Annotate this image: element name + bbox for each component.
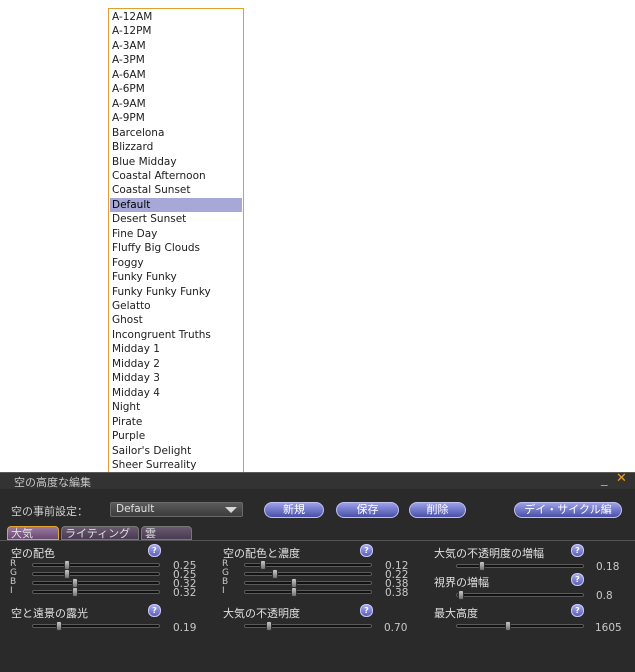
max-altitude-help-icon[interactable]: ? [571, 604, 584, 617]
sky-preset-dropdown-list[interactable]: A-12AM A-12PM A-3AM A-3PM A-6AM A-6PM A-9AM A-9… [108, 8, 244, 499]
density-multiplier-slider-thumb[interactable] [458, 590, 464, 600]
haze-horizon-title: 大気の不透明度の増幅 [434, 547, 544, 560]
preset-list-item[interactable]: Blue Midday [110, 155, 242, 169]
preset-list-item[interactable]: A-9AM [110, 97, 242, 111]
max-altitude-slider-thumb[interactable] [505, 621, 511, 631]
haze-color-channel-slider[interactable] [244, 569, 372, 579]
preset-list-item[interactable]: Night [110, 400, 242, 414]
sky-color-channel-label: I [10, 586, 13, 596]
minimize-icon[interactable]: _ [601, 472, 608, 487]
haze-horizon-slider-thumb[interactable] [479, 561, 485, 571]
sky-color-help-icon[interactable]: ? [148, 544, 161, 557]
haze-horizon-help-icon[interactable]: ? [571, 544, 584, 557]
tab-lighting[interactable]: ライティング [61, 526, 139, 540]
haze-color-channel-slider-thumb[interactable] [260, 560, 266, 570]
haze-color-channel-label: I [222, 586, 225, 596]
max-altitude-value: 1605 [595, 622, 622, 634]
haze-density-value: 0.70 [384, 622, 408, 634]
preset-list-item[interactable]: Midday 2 [110, 357, 242, 371]
haze-horizon-value: 0.18 [596, 561, 620, 573]
horizon-exposure-slider[interactable] [32, 621, 160, 631]
preset-list-item[interactable]: Desert Sunset [110, 212, 242, 226]
density-multiplier-help-icon[interactable]: ? [571, 573, 584, 586]
preset-list-item[interactable]: Sheer Surreality [110, 458, 242, 472]
haze-color-channel-slider[interactable] [244, 578, 372, 588]
sky-color-title: 空の配色 [11, 547, 55, 560]
haze-color-channel-slider-thumb[interactable] [291, 587, 297, 597]
haze-density-slider[interactable] [244, 621, 372, 631]
day-cycle-edit-button[interactable]: デイ・サイクル編 [514, 502, 622, 518]
preset-list-item[interactable]: Fluffy Big Clouds [110, 241, 242, 255]
preset-list-item[interactable]: Barcelona [110, 126, 242, 140]
sky-color-channel-slider[interactable] [32, 578, 160, 588]
sky-color-channel-slider[interactable] [32, 560, 160, 570]
density-multiplier-title: 視界の増幅 [434, 576, 489, 589]
haze-color-channel-slider[interactable] [244, 587, 372, 597]
sky-color-channel-slider-thumb[interactable] [72, 587, 78, 597]
preset-list-item[interactable]: Coastal Sunset [110, 183, 242, 197]
haze-density-title: 大気の不透明度 [223, 607, 300, 620]
preset-list-item[interactable]: Midday 3 [110, 371, 242, 385]
preset-list-item[interactable]: Funky Funky [110, 270, 242, 284]
preset-list-item[interactable]: Funky Funky Funky [110, 285, 242, 299]
horizon-exposure-help-icon[interactable]: ? [148, 604, 161, 617]
preset-label: 空の事前設定： [11, 505, 88, 518]
preset-list-item[interactable]: A-6AM [110, 68, 242, 82]
sky-color-channel-slider-thumb[interactable] [64, 569, 70, 579]
preset-list-item[interactable]: Default [110, 197, 242, 212]
horizon-exposure-value: 0.19 [173, 622, 197, 634]
preset-combo-value: Default [116, 503, 155, 515]
max-altitude-title: 最大高度 [434, 607, 478, 620]
window-title-bar[interactable]: 空の高度な編集 _ ✕ [0, 471, 635, 489]
dropdown-arrow-icon[interactable] [225, 507, 237, 513]
haze-color-help-icon[interactable]: ? [360, 544, 373, 557]
preset-list-item[interactable]: A-6PM [110, 82, 242, 96]
haze-density-help-icon[interactable]: ? [360, 604, 373, 617]
max-altitude-slider[interactable] [456, 621, 584, 631]
haze-color-channel-value: 0.38 [385, 587, 409, 599]
preset-list-item[interactable]: Purple [110, 429, 242, 443]
density-multiplier-value: 0.8 [596, 590, 613, 602]
preset-list-item[interactable]: Midday 4 [110, 386, 242, 400]
horizon-exposure-title: 空と遠景の露光 [11, 607, 88, 620]
haze-color-channel-slider-thumb[interactable] [272, 569, 278, 579]
preset-list-item[interactable]: Ghost [110, 313, 242, 327]
close-icon[interactable]: ✕ [616, 471, 627, 486]
haze-horizon-slider[interactable] [456, 561, 584, 571]
sky-color-channel-slider[interactable] [32, 569, 160, 579]
advanced-sky-editor-window: 空の高度な編集 _ ✕ 空の事前設定： Default 新規 保存 削除 デイ・… [0, 471, 635, 672]
preset-list-item[interactable]: Blizzard [110, 140, 242, 154]
preset-combo-box[interactable]: Default [110, 502, 243, 517]
haze-color-channel-slider[interactable] [244, 560, 372, 570]
preset-list-item[interactable]: Coastal Afternoon [110, 169, 242, 183]
new-preset-button[interactable]: 新規 [264, 502, 324, 518]
haze-density-slider-thumb[interactable] [266, 621, 272, 631]
window-title: 空の高度な編集 [14, 476, 91, 489]
sky-color-channel-value: 0.32 [173, 587, 197, 599]
haze-color-title: 空の配色と濃度 [223, 547, 300, 560]
preset-list-item[interactable]: Sailor's Delight [110, 444, 242, 458]
tab-clouds[interactable]: 雲 [141, 526, 192, 540]
density-multiplier-slider[interactable] [456, 590, 584, 600]
save-preset-button[interactable]: 保存 [336, 502, 399, 518]
preset-list-item[interactable]: Foggy [110, 256, 242, 270]
preset-list-item[interactable]: Fine Day [110, 227, 242, 241]
delete-preset-button[interactable]: 削除 [409, 502, 466, 518]
tab-atmosphere[interactable]: 大気 [7, 526, 59, 540]
preset-list-item[interactable]: A-3PM [110, 53, 242, 67]
preset-list-item[interactable]: A-12AM [110, 10, 242, 24]
preset-list-item[interactable]: A-12PM [110, 24, 242, 38]
preset-list-item[interactable]: A-3AM [110, 39, 242, 53]
preset-list-item[interactable]: Incongruent Truths [110, 328, 242, 342]
preset-list-item[interactable]: A-9PM [110, 111, 242, 125]
preset-list-item[interactable]: Pirate [110, 415, 242, 429]
preset-list-item[interactable]: Gelatto [110, 299, 242, 313]
sky-color-channel-slider[interactable] [32, 587, 160, 597]
horizon-exposure-slider-thumb[interactable] [56, 621, 62, 631]
preset-list-item[interactable]: Midday 1 [110, 342, 242, 356]
tab-divider [0, 540, 635, 541]
